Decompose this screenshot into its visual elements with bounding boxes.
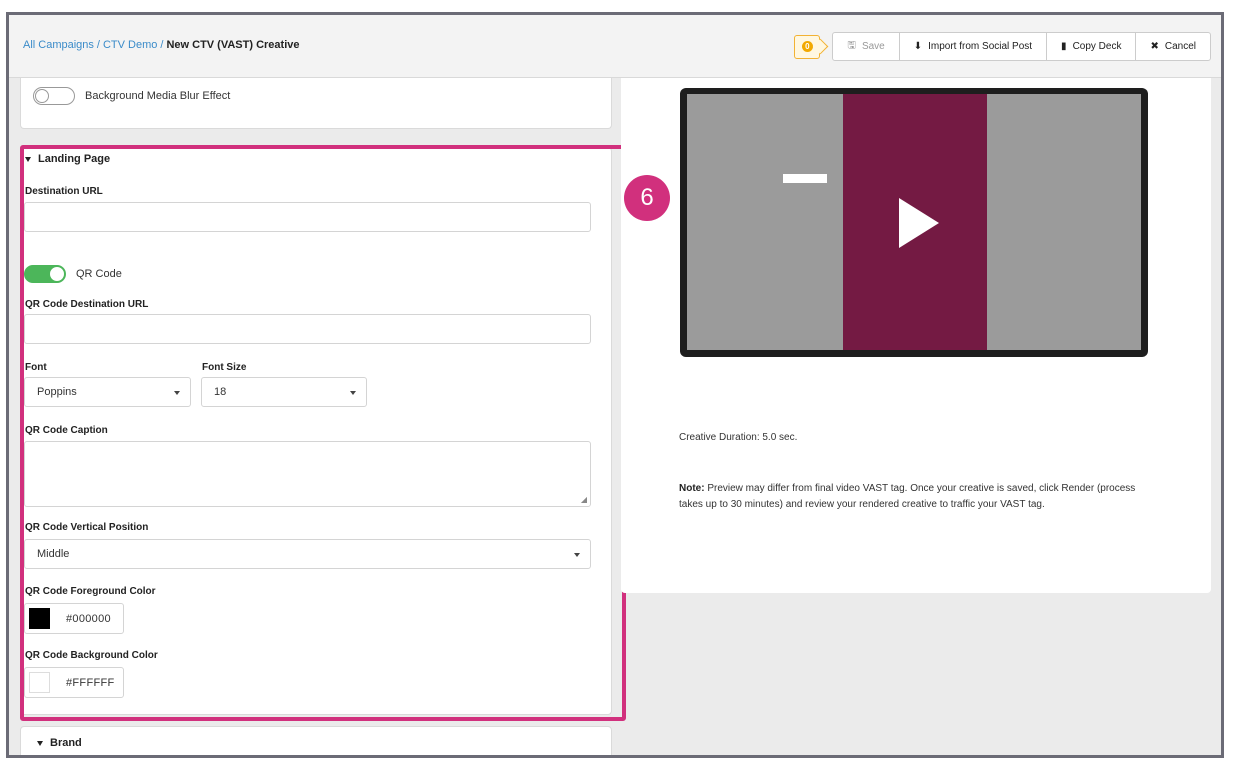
top-bar: All Campaigns / CTV Demo / New CTV (VAST) Cr… (9, 15, 1221, 78)
creative-duration-text: Creative Duration: 5.0 sec. (679, 432, 798, 443)
qr-caption-textarea[interactable]: ◢ (24, 441, 591, 507)
video-preview[interactable] (680, 88, 1148, 357)
qr-vertical-position-label: QR Code Vertical Position (25, 522, 149, 533)
foreground-color-hex: #000000 (66, 612, 111, 625)
warning-indicator[interactable]: 0 (794, 34, 821, 59)
qr-code-toggle[interactable] (24, 265, 66, 283)
import-from-social-post-button[interactable]: ⬇ Import from Social Post (900, 33, 1048, 60)
landing-page-card: Landing Page Destination URL QR Code QR … (20, 147, 612, 715)
resize-handle-icon[interactable]: ◢ (581, 495, 587, 504)
font-size-select-value: 18 (214, 386, 227, 398)
qr-background-color-label: QR Code Background Color (25, 650, 158, 661)
download-circle-icon: ⬇ (913, 41, 923, 52)
qr-destination-url-input[interactable] (24, 314, 591, 344)
qr-background-color-input[interactable]: #FFFFFF (24, 667, 124, 698)
qr-code-toggle-label: QR Code (76, 268, 122, 280)
chevron-down-icon (574, 553, 580, 557)
toggle-knob (50, 267, 64, 281)
qr-destination-url-label: QR Code Destination URL (25, 299, 149, 310)
minus-icon (783, 174, 827, 183)
breadcrumb: All Campaigns / CTV Demo / New CTV (VAST) Cr… (23, 39, 300, 51)
note-label: Note: (679, 483, 705, 494)
qr-caption-label: QR Code Caption (25, 425, 108, 436)
copy-deck-label: Copy Deck (1072, 41, 1122, 52)
caret-down-icon (37, 740, 43, 746)
toolbar: 0 🖫 Save ⬇ Import from Social Post ▮ Copy D… (794, 32, 1211, 61)
background-color-hex: #FFFFFF (66, 676, 115, 689)
font-select-value: Poppins (37, 386, 77, 398)
qr-foreground-color-label: QR Code Foreground Color (25, 586, 156, 597)
font-size-label: Font Size (202, 362, 247, 373)
toggle-knob (35, 89, 49, 103)
copy-deck-button[interactable]: ▮ Copy Deck (1047, 33, 1137, 60)
step-badge: 6 (624, 175, 670, 221)
qr-foreground-color-input[interactable]: #000000 (24, 603, 124, 634)
video-screen (687, 94, 1141, 350)
background-blur-label: Background Media Blur Effect (85, 90, 231, 102)
landing-page-title: Landing Page (38, 153, 111, 165)
foreground-color-swatch[interactable] (29, 608, 50, 629)
floppy-disk-icon: 🖫 (847, 40, 856, 51)
cancel-button[interactable]: ✖ Cancel (1136, 33, 1210, 60)
font-label: Font (25, 362, 47, 373)
caret-down-icon (25, 156, 31, 162)
cancel-label: Cancel (1164, 41, 1196, 52)
background-blur-toggle[interactable] (33, 87, 75, 105)
chevron-down-icon (350, 391, 356, 395)
destination-url-input[interactable] (24, 202, 591, 232)
breadcrumb-ctv-demo[interactable]: CTV Demo (103, 39, 157, 51)
clipboard-icon: ▮ (1061, 41, 1067, 52)
chevron-down-icon (174, 391, 180, 395)
import-label: Import from Social Post (928, 41, 1033, 52)
save-button[interactable]: 🖫 Save (833, 33, 900, 60)
breadcrumb-separator: / (160, 39, 164, 51)
toolbar-button-group: 🖫 Save ⬇ Import from Social Post ▮ Copy Dec… (832, 32, 1211, 61)
media-options-card: Background Media Blur Effect (20, 78, 612, 129)
brand-section-toggle[interactable]: Brand (37, 737, 82, 749)
preview-note: Note: Preview may differ from final vide… (679, 481, 1139, 513)
background-color-swatch[interactable] (29, 672, 50, 693)
breadcrumb-separator: / (96, 39, 100, 51)
destination-url-label: Destination URL (25, 186, 103, 197)
brand-card: Brand (20, 726, 612, 755)
qr-vertical-position-select[interactable]: Middle (24, 539, 591, 569)
font-size-select[interactable]: 18 (201, 377, 367, 407)
font-select[interactable]: Poppins (24, 377, 191, 407)
warning-count: 0 (801, 41, 813, 52)
save-label: Save (861, 41, 885, 52)
close-icon: ✖ (1150, 41, 1159, 52)
breadcrumb-current: New CTV (VAST) Creative (166, 39, 300, 51)
note-text: Preview may differ from final video VAST… (679, 483, 1136, 510)
scrollbar[interactable] (1221, 185, 1224, 425)
landing-page-section-toggle[interactable]: Landing Page (25, 153, 110, 165)
brand-title: Brand (50, 737, 82, 749)
breadcrumb-all-campaigns[interactable]: All Campaigns (23, 39, 94, 51)
play-icon[interactable] (899, 198, 939, 248)
qr-vertical-position-value: Middle (37, 548, 70, 560)
